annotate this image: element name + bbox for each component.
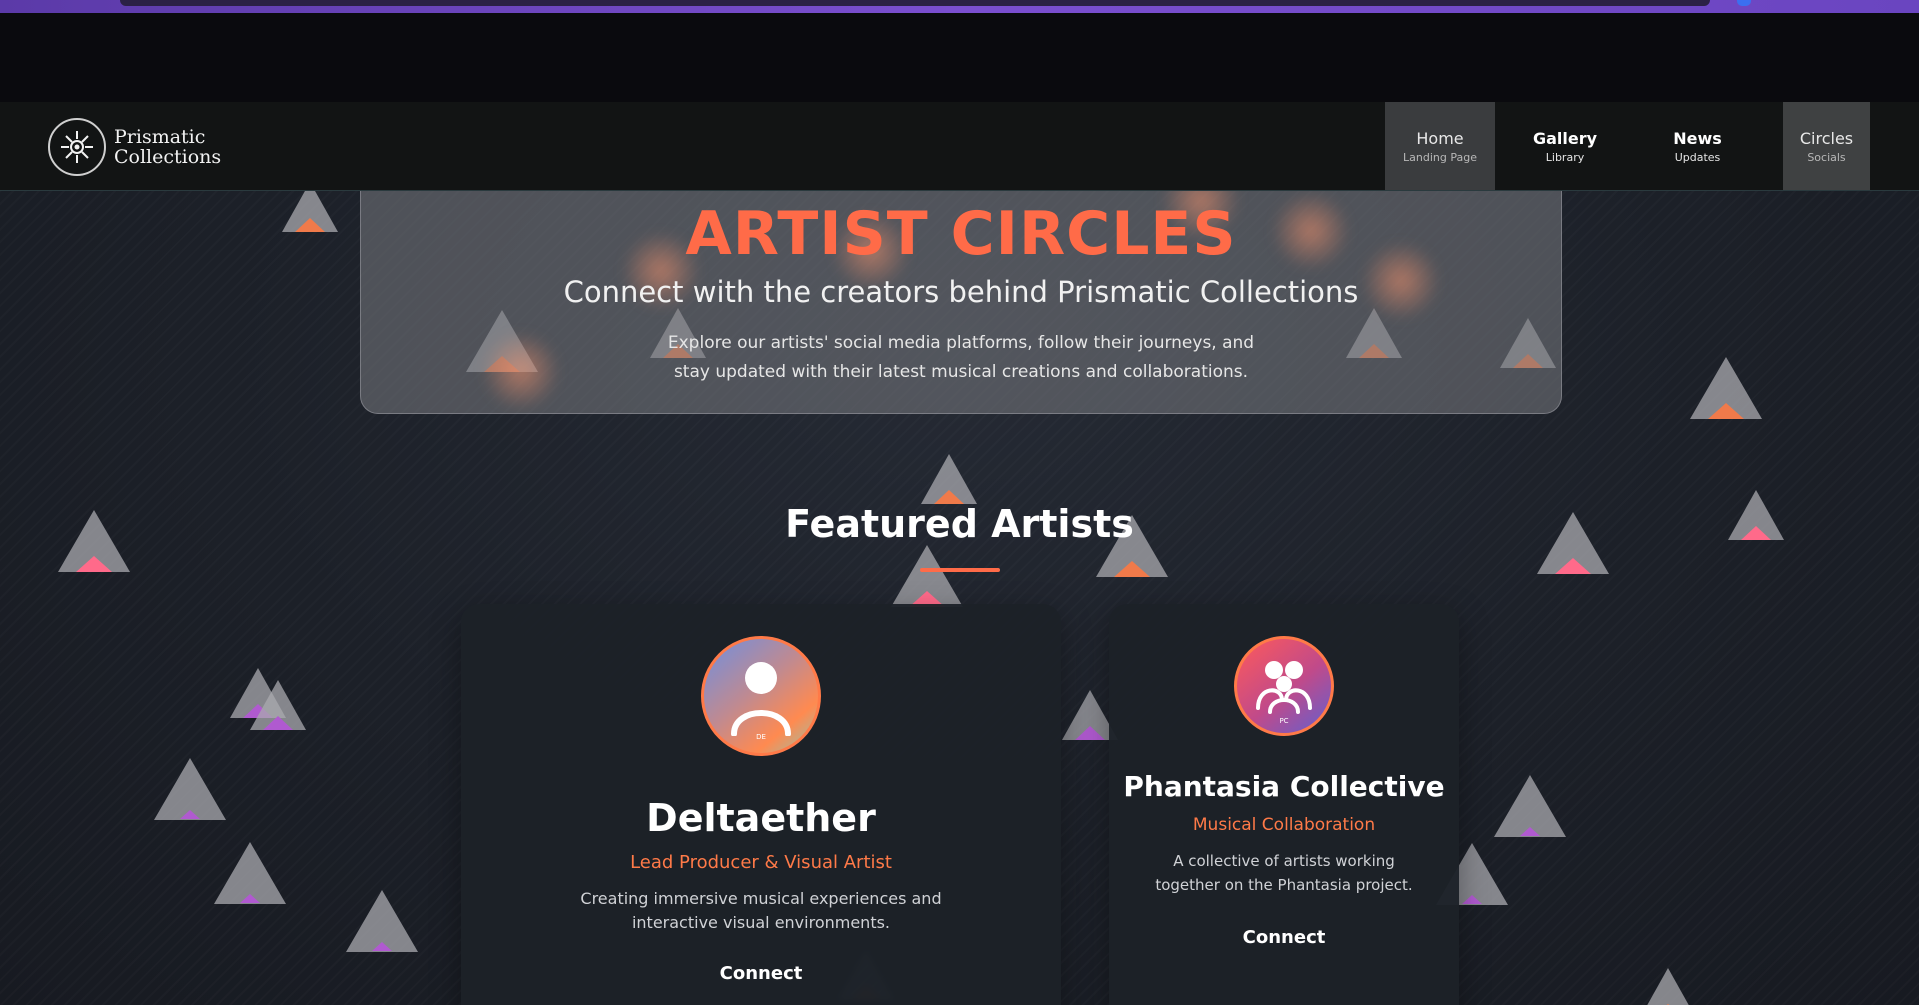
artist-role: Musical Collaboration	[1192, 815, 1376, 835]
connect-button[interactable]: Connect	[720, 963, 803, 984]
header-band	[0, 13, 1919, 102]
page-subtitle: Connect with the creators behind Prismat…	[563, 275, 1359, 309]
brand-line-1: Prismatic	[114, 126, 206, 148]
artist-card: DE Deltaether Lead Producer & Visual Art…	[461, 604, 1061, 1005]
connect-button[interactable]: Connect	[1243, 927, 1326, 948]
nav-item-home[interactable]: Home Landing Page	[1385, 102, 1495, 190]
avatar-initials: PC	[1279, 717, 1289, 725]
decor-triangle	[214, 842, 286, 904]
decor-triangle	[154, 758, 226, 820]
hero-card: ARTIST CIRCLES Connect with the creators…	[360, 190, 1562, 414]
page-title: ARTIST CIRCLES	[685, 199, 1237, 269]
artist-avatar: PC	[1234, 636, 1334, 736]
heading-underline	[920, 568, 1000, 572]
brand-line-2: Collections	[114, 146, 222, 168]
brand-name: Prismatic Collections	[114, 127, 221, 167]
navbar: Prismatic Collections Home Landing Page …	[0, 102, 1919, 191]
nav-menu: Home Landing Page Gallery Library News U…	[1385, 102, 1919, 190]
nav-item-title: News	[1673, 128, 1722, 148]
decor-triangle	[1494, 775, 1566, 837]
decor-triangle	[346, 890, 418, 952]
decor-triangle	[250, 680, 306, 730]
decor-triangle	[1640, 968, 1696, 1005]
decor-triangle	[282, 190, 338, 232]
decor-triangle	[1690, 357, 1762, 419]
decor-triangle	[921, 454, 977, 504]
page-content: ARTIST CIRCLES Connect with the creators…	[0, 190, 1919, 1005]
artist-avatar: DE	[701, 636, 821, 756]
avatar-initials: DE	[756, 733, 766, 741]
artist-description: Creating immersive musical experiences a…	[580, 889, 942, 932]
brand-logo[interactable]: Prismatic Collections	[48, 118, 221, 176]
nav-item-subtitle: Updates	[1674, 150, 1721, 164]
artist-name: Deltaether	[646, 796, 876, 840]
artist-card: PC Phantasia Collective Musical Collabor…	[1109, 604, 1459, 1005]
nav-item-news[interactable]: News Updates	[1635, 102, 1760, 190]
browser-address-pill	[120, 0, 1710, 6]
artist-name: Phantasia Collective	[1123, 770, 1445, 803]
nav-item-subtitle: Library	[1545, 150, 1585, 164]
browser-top-strip	[0, 0, 1919, 13]
user-icon	[731, 662, 791, 736]
decor-triangle	[891, 545, 963, 607]
group-icon	[1256, 661, 1312, 714]
app-window: Prismatic Collections Home Landing Page …	[0, 0, 1919, 1005]
artist-description: A collective of artists working together…	[1155, 852, 1413, 894]
nav-item-subtitle: Socials	[1807, 150, 1846, 164]
prismatic-logo-icon	[48, 118, 106, 176]
featured-artists-heading: Featured Artists	[785, 502, 1134, 546]
nav-item-title: Circles	[1799, 128, 1854, 148]
nav-item-title: Home	[1416, 128, 1464, 148]
nav-item-subtitle: Landing Page	[1403, 150, 1477, 164]
page-description: Explore our artists' social media platfo…	[667, 333, 1255, 382]
artist-role: Lead Producer & Visual Artist	[630, 852, 892, 873]
browser-indicator-dot	[1737, 0, 1751, 6]
nav-item-circles[interactable]: Circles Socials	[1783, 102, 1870, 190]
nav-item-title: Gallery	[1532, 128, 1598, 148]
nav-item-gallery[interactable]: Gallery Library	[1495, 102, 1635, 190]
